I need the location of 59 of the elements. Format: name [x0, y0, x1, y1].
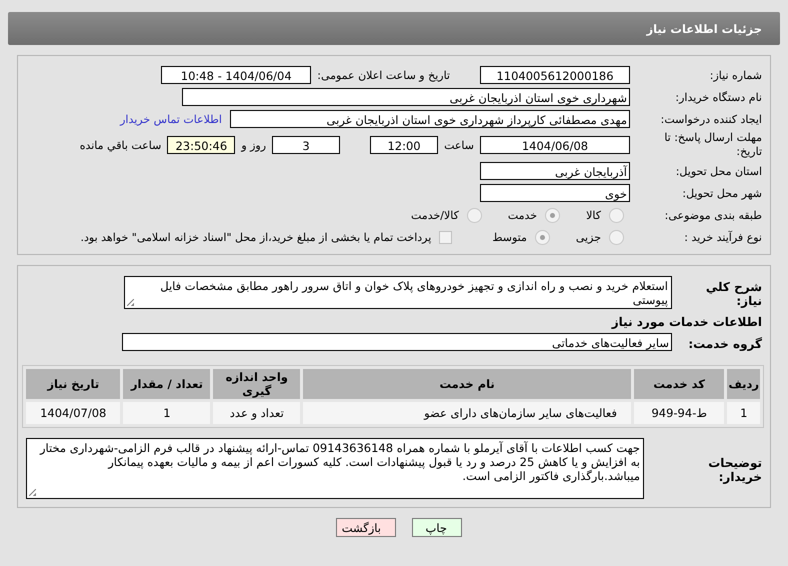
radio-button[interactable] — [609, 208, 624, 222]
requester-field: مهدی مصطفائی کارپرداز شهرداری خوی استان اذربایجان غربی — [230, 110, 630, 128]
table-cell: تعداد و عدد — [213, 402, 300, 424]
buyer-contact-link[interactable]: اطلاعات تماس خریدار — [120, 112, 230, 126]
field-label: تاریخ و ساعت اعلان عمومی: — [316, 68, 451, 82]
deadline-date-field: 1404/06/08 — [480, 136, 630, 154]
radio-label: متوسط — [491, 230, 527, 244]
province-field: آذربایجان غربی — [480, 162, 630, 180]
column-header: کد خدمت — [634, 369, 724, 399]
checkbox-label: پرداخت تمام یا بخشی از مبلغ خرید،از محل "اسناد خزانه اسلامی" خواهد بود. — [80, 230, 432, 244]
deadline-time-field: 12:00 — [370, 136, 438, 154]
checkbox[interactable] — [439, 230, 452, 244]
service-group-field: سایر فعالیت‌های خدماتی — [122, 333, 672, 351]
field-label: شماره نیاز: — [708, 68, 762, 82]
back-button[interactable]: بازگشت — [336, 518, 396, 537]
buyer-notes-field: جهت کسب اطلاعات با آقای آیرملو با شماره همراه 09143636148 تماس-ارائه پیشنهاد در قالب فرم الزامی-شهرداری مختار به افزایش و یا کاهش 25 درصد و رد یا قبول پیشنهادات است. کلیه کسورات اعم از بیمه و مالیات بعهده پیمانکار میباشد.بارگذاری فاکتور الزامی است. — [26, 438, 644, 499]
table-cell: 1404/07/08 — [26, 402, 120, 424]
city-field: خوی — [480, 184, 630, 202]
section-heading: اطلاعات خدمات مورد نیاز — [612, 314, 762, 329]
field-label: شهر محل تحویل: — [681, 186, 762, 200]
column-header: ردیف — [727, 369, 760, 399]
resize-grip-icon — [29, 489, 36, 496]
field-label: ساعت — [443, 138, 475, 152]
radio-button[interactable] — [534, 230, 550, 244]
field-label: ایجاد کننده درخواست: — [660, 112, 762, 126]
print-button[interactable]: چاپ — [412, 518, 462, 537]
remaining-time-field: 23:50:46 — [167, 136, 236, 154]
field-label: ساعت باقي مانده — [78, 138, 162, 152]
resize-grip-icon — [127, 299, 134, 306]
column-header: نام خدمت — [303, 369, 631, 399]
buyer-field: شهرداری خوی استان اذربایجان غربی — [182, 88, 630, 106]
radio-label: خدمت — [506, 208, 538, 222]
column-header: واحد اندازه گیری — [213, 369, 300, 399]
radio-label: جزیی — [574, 230, 601, 244]
radio-label: کالا — [585, 208, 601, 222]
table-cell: 1 — [727, 402, 760, 424]
table-cell: فعالیت‌های سایر سازمان‌های دارای عضو — [303, 402, 631, 424]
radio-button[interactable] — [545, 208, 560, 222]
description-field: استعلام خرید و نصب و راه اندازی و تجهیز خودروهای پلاک خوان و اتاق سرور راهور مطابق مشخصات فایل پیوستی — [124, 276, 672, 309]
table-cell: 1 — [123, 402, 210, 424]
radio-button[interactable] — [609, 230, 624, 244]
page-title: جزئیات اطلاعات نیاز — [646, 22, 762, 36]
field-label: نوع فرآیند خرید : — [683, 230, 762, 244]
field-label: مهلت ارسال پاسخ: تا تاریخ: — [663, 131, 762, 159]
field-label: استان محل تحویل: — [674, 164, 762, 178]
column-header: تاریخ نیاز — [26, 369, 120, 399]
field-label: توضیحات خریدار: — [707, 455, 762, 484]
field-label: نام دستگاه خریدار: — [674, 90, 762, 104]
need-number-field: 1104005612000186 — [480, 66, 630, 84]
column-header: تعداد / مقدار — [123, 369, 210, 399]
field-label: گروه خدمت: — [687, 336, 762, 351]
days-field: 3 — [272, 136, 340, 154]
radio-button[interactable] — [466, 208, 482, 222]
field-label: طبقه بندی موضوعی: — [664, 208, 762, 222]
field-label: شرح کلي نیاز: — [704, 279, 762, 308]
radio-label: کالا/خدمت — [410, 208, 459, 222]
field-label: روز و — [240, 138, 268, 152]
table-cell: ط-94-949 — [634, 402, 724, 424]
announce-date-field: 1404/06/04 - 10:48 — [161, 66, 312, 84]
